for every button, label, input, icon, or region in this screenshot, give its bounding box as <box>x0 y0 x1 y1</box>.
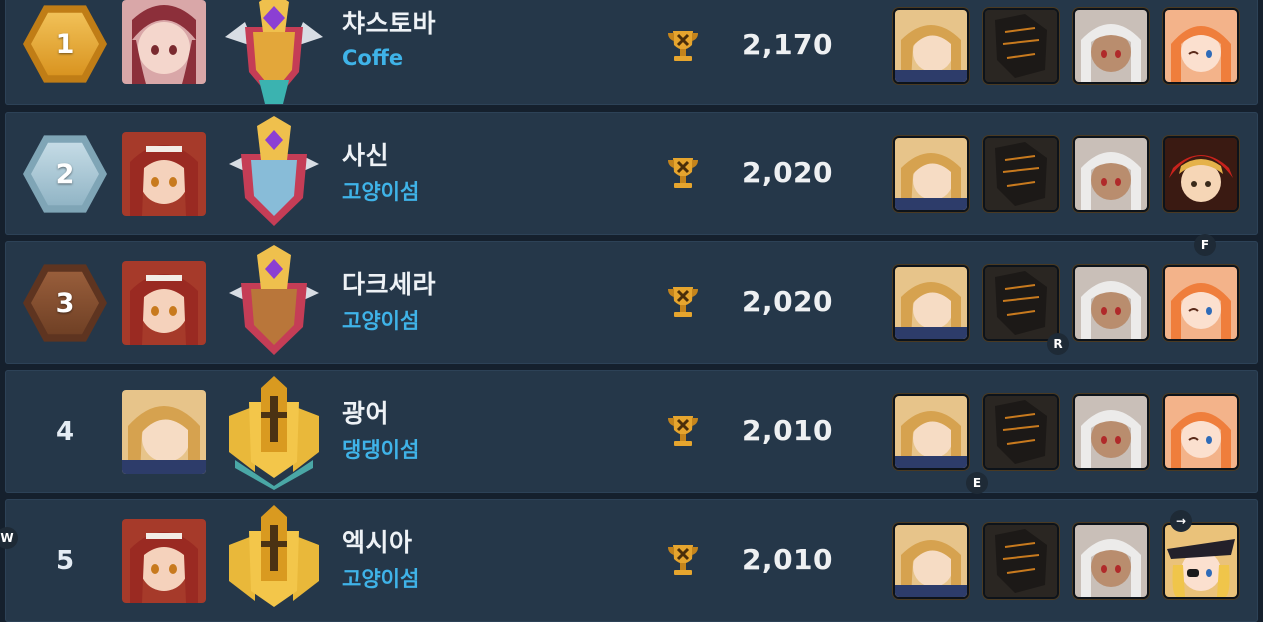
trophy-icon <box>664 541 702 579</box>
hero-slot-2[interactable] <box>985 396 1057 468</box>
player-avatar[interactable] <box>122 132 206 216</box>
hero-slot-4[interactable] <box>1165 267 1237 339</box>
ranking-row-5[interactable]: 5 엑시아 고양이섬 2,010 <box>5 499 1258 622</box>
hero-slot-1[interactable] <box>895 267 967 339</box>
hero-slot-4[interactable] <box>1165 396 1237 468</box>
ranking-row-4[interactable]: 4 광어 댕댕이섬 2,010 <box>5 370 1258 493</box>
player-name: 사신 <box>342 141 390 170</box>
hero-slot-1[interactable] <box>895 525 967 597</box>
hero-slot-3[interactable] <box>1075 267 1147 339</box>
hero-slot-4[interactable] <box>1165 10 1237 82</box>
player-name: 다크세라 <box>342 270 437 299</box>
ranking-row-3[interactable]: 3 다크세라 고양이섬 2,020 <box>5 241 1258 364</box>
hero-slot-3[interactable] <box>1075 396 1147 468</box>
rank-number: 2 <box>55 158 75 190</box>
rank-tier-emblem <box>215 501 333 619</box>
guild-name[interactable]: 고양이섬 <box>342 563 419 593</box>
hero-slot-1[interactable] <box>895 396 967 468</box>
hero-slot-3[interactable] <box>1075 138 1147 210</box>
player-name: 광어 <box>342 399 390 428</box>
trophy-icon <box>664 283 702 321</box>
guild-name[interactable]: 고양이섬 <box>342 305 419 335</box>
rank-number-plain: 4 <box>23 390 107 474</box>
player-avatar[interactable] <box>122 0 206 84</box>
guild-name[interactable]: 댕댕이섬 <box>342 434 419 464</box>
rank-tier-emblem <box>215 0 333 110</box>
rank-number: 5 <box>55 546 75 576</box>
rank-badge-gold: 1 <box>23 2 107 86</box>
hero-slot-3[interactable] <box>1075 525 1147 597</box>
hero-slot-4[interactable] <box>1165 138 1237 210</box>
score-value: 2,020 <box>741 285 834 318</box>
score-value: 2,010 <box>741 414 834 447</box>
rank-badge-silver: 2 <box>23 132 107 216</box>
rank-number: 3 <box>55 287 75 319</box>
rank-number-plain: 5 <box>23 519 107 603</box>
guild-name[interactable]: 고양이섬 <box>342 176 419 206</box>
score-value: 2,010 <box>741 543 834 576</box>
ranking-row-2[interactable]: 2 사신 고양이섬 2,020 <box>5 112 1258 235</box>
player-avatar[interactable] <box>122 390 206 474</box>
overlay-marker-e[interactable]: E <box>966 472 988 494</box>
hero-slot-4[interactable] <box>1165 525 1237 597</box>
rank-tier-emblem <box>215 372 333 490</box>
hero-slot-1[interactable] <box>895 10 967 82</box>
rank-number: 1 <box>55 28 75 60</box>
trophy-icon <box>664 412 702 450</box>
guild-name[interactable]: Coffe <box>342 46 403 70</box>
player-name: 엑시아 <box>342 528 413 557</box>
rank-badge-bronze: 3 <box>23 261 107 345</box>
overlay-marker-f[interactable]: F <box>1194 234 1216 256</box>
player-avatar[interactable] <box>122 261 206 345</box>
hero-slot-2[interactable] <box>985 138 1057 210</box>
rank-tier-emblem <box>215 243 333 361</box>
hero-slot-3[interactable] <box>1075 10 1147 82</box>
hero-slot-2[interactable] <box>985 525 1057 597</box>
player-avatar[interactable] <box>122 519 206 603</box>
rank-number: 4 <box>55 417 75 447</box>
hero-slot-2[interactable] <box>985 10 1057 82</box>
ranking-row-1[interactable]: 1 챠스토바 Coffe 2,170 <box>5 0 1258 105</box>
rank-tier-emblem <box>215 114 333 232</box>
score-value: 2,170 <box>741 28 834 61</box>
score-value: 2,020 <box>741 156 834 189</box>
hero-slot-2[interactable] <box>985 267 1057 339</box>
trophy-icon <box>664 27 702 65</box>
overlay-marker-arrow[interactable]: → <box>1170 510 1192 532</box>
hero-slot-1[interactable] <box>895 138 967 210</box>
overlay-marker-r[interactable]: R <box>1047 333 1069 355</box>
trophy-icon <box>664 154 702 192</box>
player-name: 챠스토바 <box>342 9 437 38</box>
